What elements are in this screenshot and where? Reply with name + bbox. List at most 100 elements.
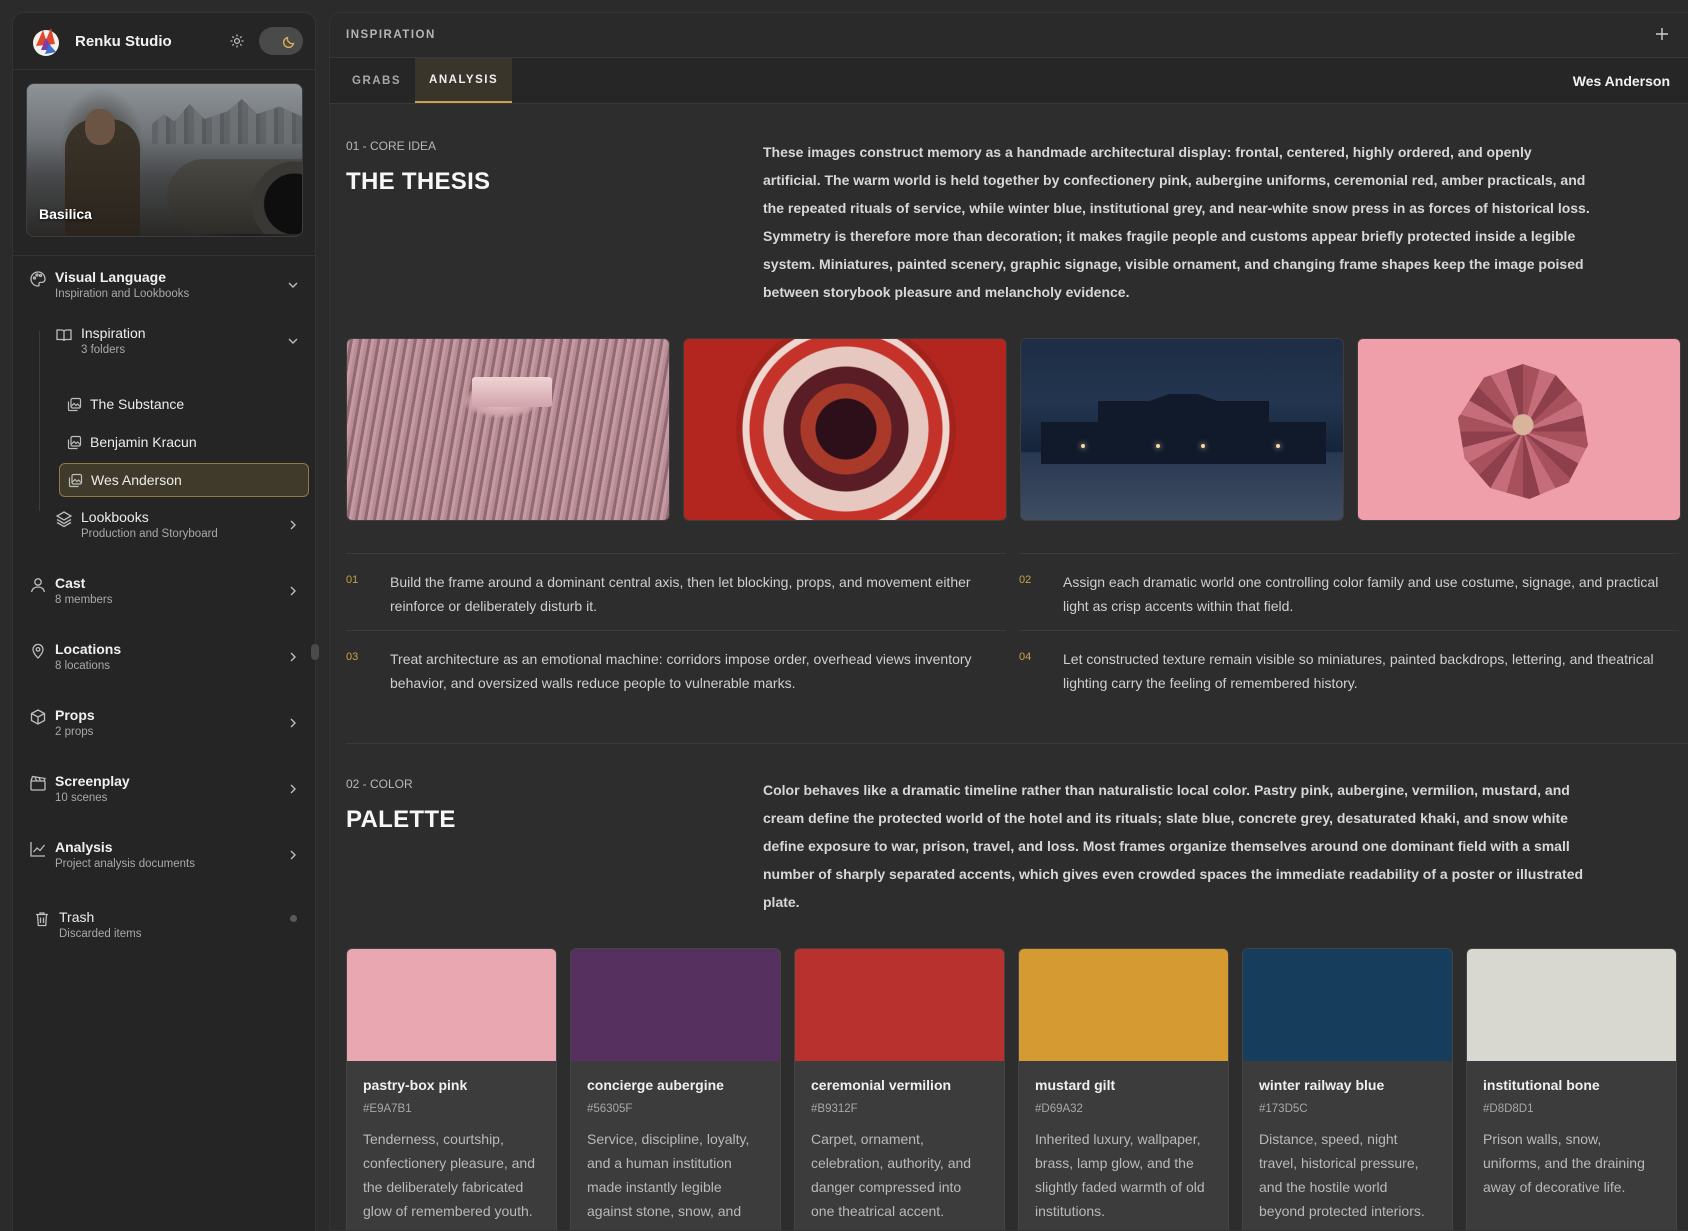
color-swatch-card[interactable]: ceremonial vermilion #B9312F Carpet, orn… bbox=[794, 948, 1005, 1230]
thesis-body: These images construct memory as a handm… bbox=[763, 144, 1590, 300]
project-name: Basilica bbox=[39, 206, 92, 222]
swatch-description: Prison walls, snow, uniforms, and the dr… bbox=[1483, 1131, 1645, 1195]
map-pin-icon bbox=[32, 643, 44, 659]
clapperboard-icon bbox=[30, 775, 46, 791]
sidebar-item-cast[interactable]: Cast 8 members bbox=[29, 575, 309, 608]
palette-icon bbox=[30, 271, 46, 287]
divider bbox=[346, 630, 1006, 631]
folder-item-the-substance[interactable]: The Substance bbox=[59, 387, 309, 421]
sidebar-item-label: Props bbox=[55, 707, 95, 723]
swatch-hex: #56305F bbox=[587, 1103, 633, 1115]
chevron-right-icon bbox=[290, 718, 296, 728]
sidebar-item-visual-language[interactable]: Visual Language Inspiration and Lookbook… bbox=[29, 269, 309, 302]
swatch-description: Service, discipline, loyalty, and a huma… bbox=[587, 1131, 750, 1219]
sidebar-item-label: Inspiration bbox=[81, 325, 146, 341]
sidebar-item-props[interactable]: Props 2 props bbox=[29, 707, 309, 740]
sidebar-item-label: Visual Language bbox=[55, 269, 166, 285]
swatch-color bbox=[1467, 949, 1676, 1061]
chevron-right-icon bbox=[290, 652, 296, 662]
user-icon bbox=[30, 578, 46, 593]
sidebar-item-inspiration[interactable]: Inspiration 3 folders bbox=[55, 325, 309, 358]
principle-number: 01 bbox=[346, 574, 359, 586]
project-thumbnail-castle bbox=[152, 99, 302, 144]
still-overhead-ornament[interactable] bbox=[683, 338, 1007, 521]
still-night-courtyard[interactable] bbox=[1020, 338, 1344, 521]
swatch-description: Carpet, ornament, celebration, authority… bbox=[811, 1131, 972, 1219]
project-card[interactable]: Basilica bbox=[26, 83, 303, 237]
brand-header: Renku Studio bbox=[13, 13, 315, 70]
moon-icon bbox=[283, 36, 295, 48]
principle-text: Assign each dramatic world one controlli… bbox=[1063, 574, 1659, 614]
sidebar-item-label: Lookbooks bbox=[81, 509, 149, 525]
color-swatch-card[interactable]: concierge aubergine #56305F Service, dis… bbox=[570, 948, 781, 1230]
principle-number: 04 bbox=[1019, 651, 1032, 663]
renku-logo-icon bbox=[33, 28, 59, 56]
sidebar-item-analysis[interactable]: Analysis Project analysis documents bbox=[29, 839, 309, 872]
project-thumbnail-cannon bbox=[167, 159, 302, 234]
section-divider bbox=[346, 743, 1688, 744]
swatch-name: mustard gilt bbox=[1035, 1077, 1116, 1093]
palette-swatches: pastry-box pink #E9A7B1 Tenderness, cour… bbox=[346, 948, 1677, 1230]
images-icon bbox=[68, 473, 83, 487]
swatch-color bbox=[1019, 949, 1228, 1061]
principle-text: Let constructed texture remain visible s… bbox=[1063, 651, 1654, 691]
principle-text: Treat architecture as an emotional machi… bbox=[390, 651, 972, 691]
folder-item-benjamin-kracun[interactable]: Benjamin Kracun bbox=[59, 425, 309, 459]
sidebar-item-label: Analysis bbox=[55, 839, 113, 855]
principle-number: 02 bbox=[1019, 574, 1032, 586]
ornament-ring bbox=[736, 339, 956, 520]
principle-text: Build the frame around a dominant centra… bbox=[390, 574, 971, 614]
project-thumbnail-head bbox=[85, 109, 115, 145]
lamp-light bbox=[1081, 444, 1085, 448]
swatch-name: ceremonial vermilion bbox=[811, 1077, 952, 1093]
sidebar-item-sublabel: 8 members bbox=[55, 594, 113, 606]
tab-analysis[interactable]: ANALYSIS bbox=[415, 58, 513, 103]
swatch-description: Tenderness, courtship, confectionery ple… bbox=[363, 1131, 535, 1219]
still-pink-boxes[interactable] bbox=[1357, 338, 1681, 521]
color-swatch-card[interactable]: pastry-box pink #E9A7B1 Tenderness, cour… bbox=[346, 948, 557, 1230]
swatch-name: institutional bone bbox=[1483, 1077, 1600, 1093]
swatch-color bbox=[347, 949, 556, 1061]
plus-icon bbox=[1656, 27, 1668, 40]
swatch-color bbox=[571, 949, 780, 1061]
settings-button[interactable] bbox=[223, 27, 251, 55]
color-swatch-card[interactable]: mustard gilt #D69A32 Inherited luxury, w… bbox=[1018, 948, 1229, 1230]
color-swatch-card[interactable]: institutional bone #D8D8D1 Prison walls,… bbox=[1466, 948, 1677, 1230]
principle-item: 01 Build the frame around a dominant cen… bbox=[346, 570, 1001, 618]
folder-label: Benjamin Kracun bbox=[90, 433, 197, 450]
chevron-right-icon bbox=[290, 850, 296, 860]
trash-status-dot bbox=[290, 915, 297, 922]
lamp-light bbox=[1201, 444, 1205, 448]
page-title: INSPIRATION bbox=[346, 29, 436, 41]
box-icon bbox=[30, 709, 46, 725]
sidebar-item-trash[interactable]: Trash Discarded items bbox=[33, 909, 309, 942]
sidebar-item-label: Cast bbox=[55, 575, 86, 591]
chevron-right-icon bbox=[290, 520, 296, 530]
color-swatch-card[interactable]: winter railway blue #173D5C Distance, sp… bbox=[1242, 948, 1453, 1230]
principle-item: 04 Let constructed texture remain visibl… bbox=[1019, 647, 1674, 695]
sidebar-item-screenplay[interactable]: Screenplay 10 scenes bbox=[29, 773, 309, 806]
still-hotel-mountain[interactable] bbox=[346, 338, 670, 521]
theme-toggle[interactable] bbox=[259, 27, 303, 55]
main-panel: INSPIRATION GRABS ANALYSIS Wes Anderson … bbox=[329, 12, 1688, 1231]
sidebar-item-lookbooks[interactable]: Lookbooks Production and Storyboard bbox=[55, 509, 309, 542]
sidebar-item-sublabel: 2 props bbox=[55, 726, 94, 738]
swatch-name: pastry-box pink bbox=[363, 1077, 468, 1093]
sidebar-item-sublabel: 10 scenes bbox=[55, 792, 108, 804]
sidebar-item-sublabel: 8 locations bbox=[55, 660, 110, 672]
swatch-description: Inherited luxury, wallpaper, brass, lamp… bbox=[1035, 1131, 1205, 1219]
layers-icon bbox=[55, 511, 73, 528]
folder-item-wes-anderson[interactable]: Wes Anderson bbox=[59, 463, 309, 497]
sidebar-item-label: Trash bbox=[59, 909, 95, 925]
sidebar-item-locations[interactable]: Locations 8 locations bbox=[29, 641, 309, 674]
palette-eyebrow: 02 - COLOR bbox=[346, 777, 413, 791]
add-button[interactable] bbox=[1652, 24, 1672, 47]
swatch-name: winter railway blue bbox=[1259, 1077, 1385, 1093]
tree-guide-line bbox=[39, 331, 40, 511]
divider bbox=[1019, 630, 1679, 631]
line-chart-icon bbox=[30, 842, 46, 857]
sidebar-resize-handle[interactable] bbox=[311, 644, 319, 660]
tab-grabs[interactable]: GRABS bbox=[338, 58, 415, 103]
sidebar-divider bbox=[13, 255, 315, 256]
main-header: INSPIRATION bbox=[330, 13, 1688, 58]
